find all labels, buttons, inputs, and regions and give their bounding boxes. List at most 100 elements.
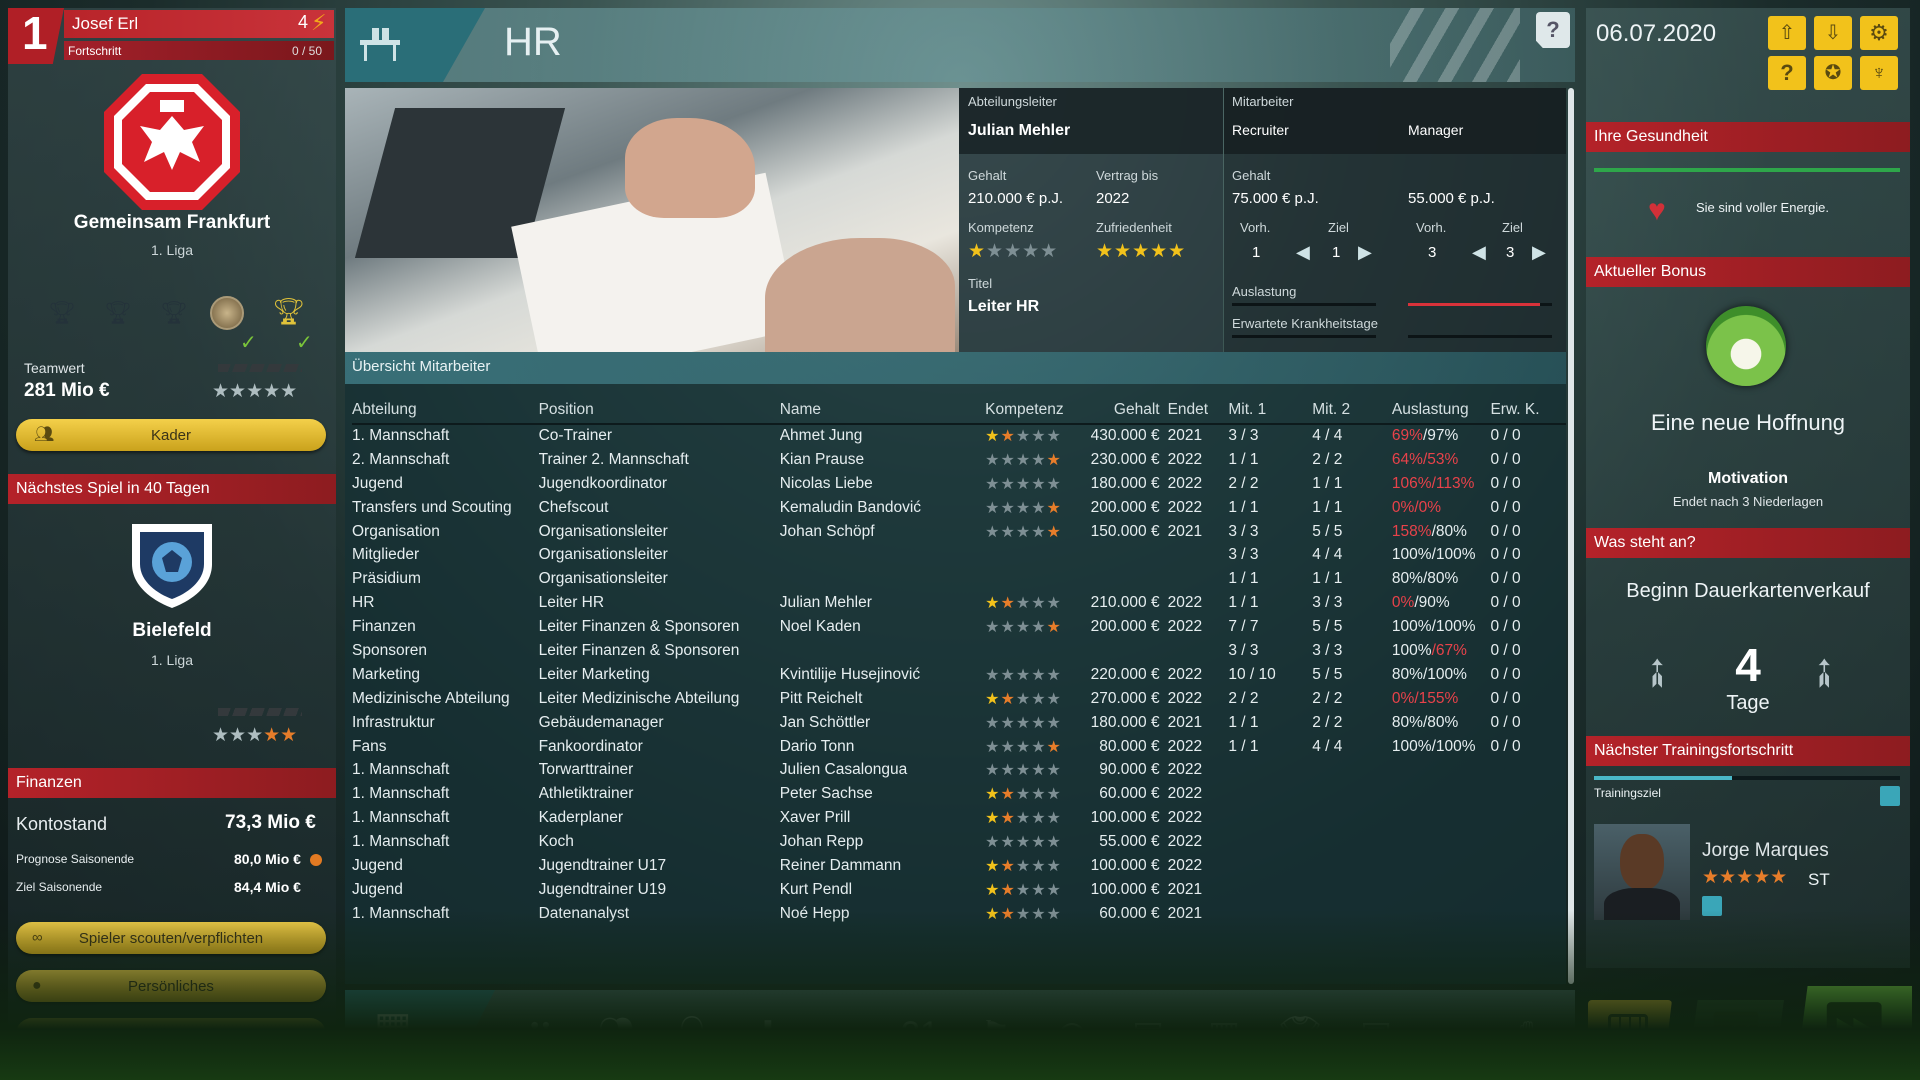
calendar-button[interactable] [1588, 1000, 1672, 1070]
col-abteilung[interactable]: Abteilung [352, 396, 539, 425]
player-training-icon[interactable] [1702, 896, 1722, 916]
settings-button[interactable]: ⚙ [1860, 16, 1898, 50]
table-row[interactable]: Sponsoren Leiter Finanzen & Sponsoren 3 / … [352, 639, 1566, 663]
teamwert-label: Teamwert [24, 360, 85, 376]
cell-mit1: 3 / 3 [1228, 546, 1259, 564]
table-row[interactable]: Jugend Jugendtrainer U17 Reiner Dammann ★★★… [352, 854, 1566, 878]
help-button[interactable]: ? [1536, 12, 1570, 48]
cell-mit1: 1 / 1 [1228, 737, 1259, 755]
rewind-button[interactable]: ⏪ [1688, 1000, 1784, 1070]
table-row[interactable]: 1. Mannschaft Torwarttrainer Julien Casalo… [352, 758, 1566, 782]
table-row[interactable]: Medizinische Abteilung Leiter Medizinisch… [352, 687, 1566, 711]
table-row[interactable]: 1. Mannschaft Koch Johan Repp ★★★★★ 55.000 €… [352, 830, 1566, 854]
table-row[interactable]: Fans Fankoordinator Dario Tonn ★★★★★ 80.000 … [352, 735, 1566, 759]
table-row[interactable]: Präsidium Organisationsleiter 1 / 1 1 / 1 80… [352, 567, 1566, 591]
club-crest-icon[interactable] [100, 70, 244, 214]
merch-nav-icon[interactable]: ▥ [1196, 1010, 1252, 1058]
manager-name[interactable]: Josef Erl [72, 14, 138, 34]
personal-button[interactable]: ● Persönliches [16, 970, 326, 1002]
progress-value: 0 / 50 [292, 44, 323, 58]
table-row[interactable]: Jugend Jugendkoordinator Nicolas Liebe ★★★★… [352, 472, 1566, 496]
dept-head-name[interactable]: Julian Mehler [968, 122, 1070, 140]
table-row[interactable]: Mitglieder Organisationsleiter 3 / 3 4 / 4 1… [352, 543, 1566, 567]
manager-decrease-button[interactable]: ◀ [1472, 242, 1486, 263]
star-icon: ★ [1031, 666, 1047, 684]
table-row[interactable]: 1. Mannschaft Kaderplaner Xaver Prill ★★★★★… [352, 806, 1566, 830]
player-name[interactable]: Jorge Marques [1702, 840, 1829, 862]
cell-mit2: 1 / 1 [1312, 498, 1343, 516]
player-nav-icon[interactable]: 👤︎ [664, 1010, 720, 1058]
staff-nav-icon[interactable]: ⚑ [968, 1010, 1024, 1058]
cell-kompetenz-stars: ★★★★★ [985, 735, 1086, 759]
col-mit1[interactable]: Mit. 1 [1228, 396, 1313, 425]
table-row[interactable]: Infrastruktur Gebäudemanager Jan Schöttler… [352, 711, 1566, 735]
squad-nav-icon[interactable]: 👥︎ [588, 1010, 644, 1058]
todo-unit: Tage [1726, 692, 1770, 714]
upload-button[interactable]: ⇧ [1768, 16, 1806, 50]
cell-abteilung: Finanzen [352, 618, 416, 636]
medical-nav-icon[interactable]: ✚ [740, 1010, 796, 1058]
col-endet[interactable]: Endet [1167, 396, 1229, 425]
table-row[interactable]: Finanzen Leiter Finanzen & Sponsoren Noel … [352, 615, 1566, 639]
cell-auslastung: 80%/100% [1392, 663, 1491, 687]
help-yellow-button[interactable]: ? [1768, 56, 1806, 90]
col-name[interactable]: Name [779, 396, 986, 425]
table-row[interactable]: HR Leiter HR Julian Mehler ★★★★★ 210.000 €20… [352, 591, 1566, 615]
table-row[interactable]: 1. Mannschaft Co-Trainer Ahmet Jung ★★★★★ 43… [352, 424, 1566, 448]
training-progress-bar [1594, 776, 1900, 780]
table-row[interactable]: 2. Mannschaft Trainer 2. Mannschaft Kian P… [352, 448, 1566, 472]
table-row[interactable]: Jugend Jugendtrainer U19 Kurt Pendl ★★★★★ 10… [352, 878, 1566, 902]
opponent-crest-icon[interactable] [128, 518, 216, 610]
youth-nav-icon[interactable]: ✋︎ [1500, 1010, 1556, 1058]
cell-gehalt: 220.000 € [1090, 665, 1160, 683]
star-icon: ★ [1000, 857, 1016, 875]
award-button[interactable]: ✪ [1814, 56, 1852, 90]
jersey-nav-icon[interactable]: 👕︎ [1272, 1010, 1328, 1058]
col-kompetenz[interactable]: Kompetenz [985, 396, 1086, 425]
cell-mit1: 10 / 10 [1228, 665, 1276, 683]
col-erwk[interactable]: Erw. K. [1490, 396, 1566, 425]
office-nav-icon[interactable]: ▣ [1348, 1010, 1404, 1058]
star-icon: ★ [1046, 666, 1062, 684]
id-card-nav-icon[interactable]: ▭ [1424, 1010, 1480, 1058]
finance-nav-icon[interactable]: ▤ [1120, 1010, 1176, 1058]
cell-mit2 [1312, 830, 1392, 854]
col-gehalt[interactable]: Gehalt [1085, 396, 1168, 425]
table-row[interactable]: Organisation Organisationsleiter Johan Sch… [352, 520, 1566, 544]
stadium-nav-icon[interactable]: ◠ [1044, 1010, 1100, 1058]
trophy-button[interactable]: ♆ [1860, 56, 1898, 90]
cell-kompetenz-stars: ★★★★★ [985, 472, 1086, 496]
recruiter-decrease-button[interactable]: ◀ [1296, 242, 1310, 263]
manager-increase-button[interactable]: ▶ [1532, 242, 1546, 263]
cell-mit2 [1312, 854, 1392, 878]
cell-erwk: 0 / 0 [1490, 665, 1521, 683]
table-row[interactable]: 1. Mannschaft Datenanalyst Noé Hepp ★★★★★ 60… [352, 902, 1566, 926]
training-target-icon[interactable] [1880, 786, 1900, 806]
dept-head-kompetenz-stars: ★★★★★ [968, 241, 1059, 262]
scout-button[interactable]: ∞ Spieler scouten/verpflichten [16, 922, 326, 954]
teamwert-value: 281 Mio € [24, 380, 110, 401]
table-row[interactable]: Marketing Leiter Marketing Kvintilije Huse… [352, 663, 1566, 687]
col-mit2[interactable]: Mit. 2 [1312, 396, 1392, 425]
team-nav-icon[interactable]: 👪︎ [512, 1010, 568, 1058]
table-scrollbar[interactable] [1568, 88, 1574, 984]
table-row[interactable]: Transfers und Scouting Chefscout Kemaludin… [352, 496, 1566, 520]
cell-mit1 [1228, 806, 1312, 830]
recruiter-increase-button[interactable]: ▶ [1358, 242, 1372, 263]
table-row[interactable]: 1. Mannschaft Athletiktrainer Peter Sachse… [352, 782, 1566, 806]
kader-button[interactable]: 👥︎ Kader [16, 419, 326, 451]
scouting-nav-icon[interactable]: ∞ [816, 1010, 872, 1058]
star-icon: ★ [1046, 762, 1062, 780]
stats-button[interactable]: ▮▮ Statistikzentrale [16, 1018, 326, 1050]
cell-mit1 [1228, 758, 1312, 782]
player-avatar[interactable] [1594, 824, 1690, 920]
star-icon: ★ [1015, 810, 1032, 828]
calendar-nav-icon[interactable]: 31 [892, 1010, 948, 1058]
cell-erwk: 0 / 0 [1490, 450, 1521, 468]
star-icon: ★ [1000, 499, 1016, 517]
col-auslastung[interactable]: Auslastung [1391, 396, 1491, 425]
download-button[interactable]: ⇩ [1814, 16, 1852, 50]
col-position[interactable]: Position [538, 396, 780, 425]
continue-button[interactable]: ⏩ [1796, 986, 1912, 1074]
cell-gehalt: 90.000 € [1099, 761, 1160, 779]
